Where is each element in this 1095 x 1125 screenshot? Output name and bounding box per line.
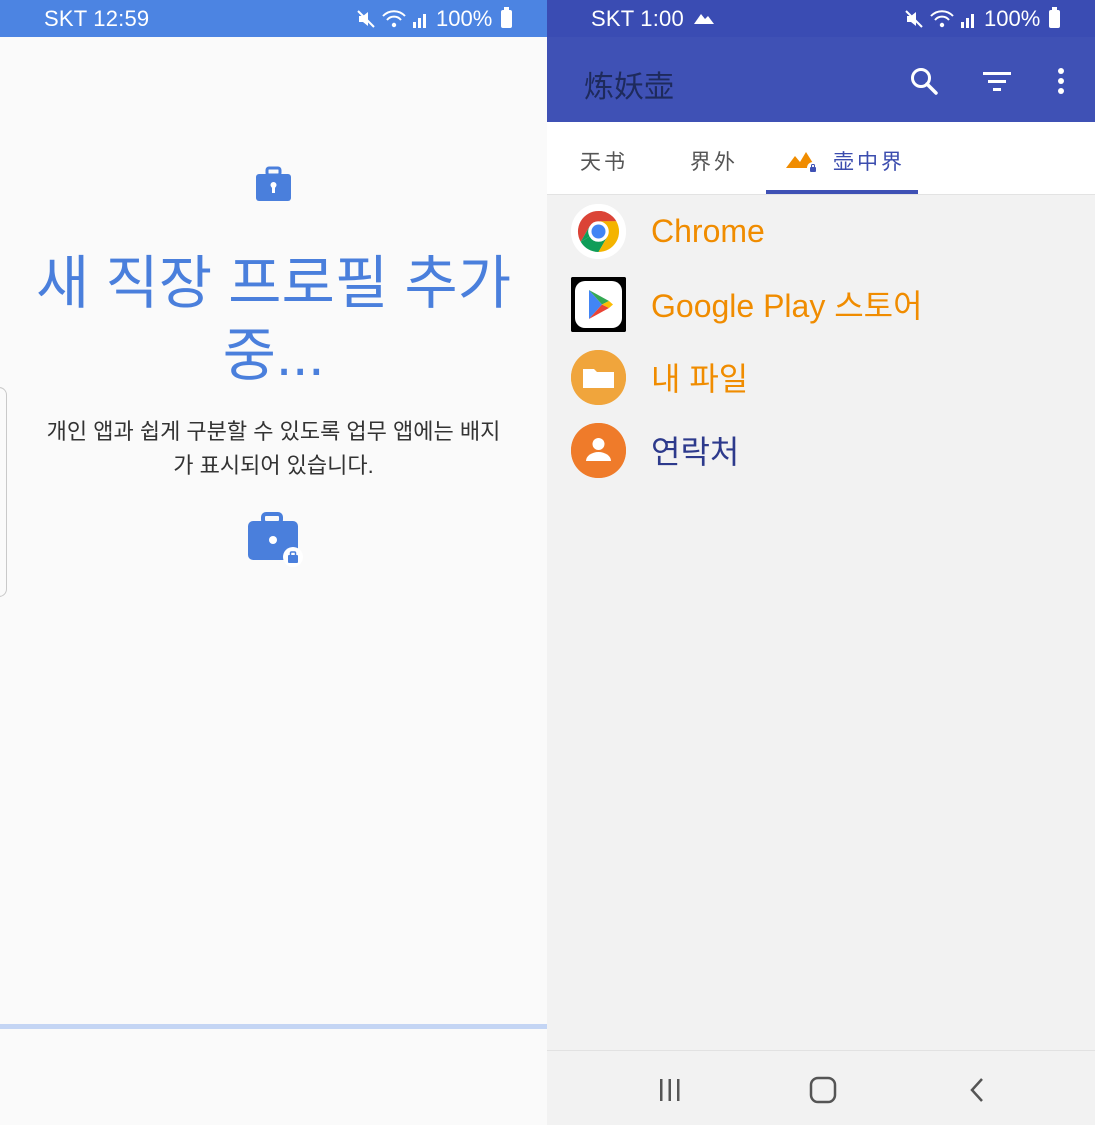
status-icons <box>356 9 430 29</box>
wifi-icon <box>930 10 954 28</box>
signal-icon <box>413 14 426 28</box>
status-bar: SKT 12:59 100% <box>0 0 547 37</box>
setup-progress-bar <box>0 1024 547 1029</box>
status-carrier-time: SKT 12:59 <box>44 6 150 31</box>
chrome-icon <box>571 203 626 259</box>
signal-icon <box>961 14 974 28</box>
status-icons <box>904 9 978 29</box>
app-label: 연락처 <box>651 434 740 470</box>
page-title: 새 직장 프로필 추가 중... <box>35 251 512 388</box>
filter-icon <box>983 72 1011 91</box>
tab-huzhongjie[interactable]: 壶中界 <box>785 146 905 176</box>
play-store-icon <box>571 276 626 332</box>
card-edge-left <box>0 387 7 597</box>
back-icon <box>970 1078 983 1102</box>
home-icon <box>809 1076 837 1104</box>
contacts-icon <box>571 422 626 478</box>
list-item-play-store[interactable]: Google Play 스토어 <box>571 274 923 334</box>
back-button[interactable] <box>957 1073 997 1107</box>
navigation-bar <box>547 1050 1095 1125</box>
battery-icon <box>1049 7 1061 28</box>
recents-icon <box>660 1079 680 1101</box>
work-profile-setup-screen: SKT 12:59 100% 새 직장 프로필 추가 중... 개인 앱과 쉽게… <box>0 0 547 1125</box>
description-text: 개인 앱과 쉽게 구분할 수 있도록 업무 앱에는 배지가 표시되어 있습니다. <box>46 419 501 478</box>
mute-icon <box>905 10 923 28</box>
progress-fill <box>0 1024 547 1029</box>
battery-level: 100% <box>984 6 1041 31</box>
wifi-icon <box>382 10 406 28</box>
work-briefcase-lock-icon <box>256 166 291 201</box>
list-item-chrome[interactable]: Chrome <box>571 201 765 261</box>
app-label: 내 파일 <box>651 361 749 397</box>
notification-icon <box>694 14 714 24</box>
tab-bar: 天书 界外 壶中界 <box>547 122 1095 195</box>
tab-tianshu[interactable]: 天书 <box>580 146 628 176</box>
mute-icon <box>357 10 375 28</box>
tab-indicator <box>766 190 918 194</box>
app-label: Chrome <box>651 212 765 249</box>
list-item-contacts[interactable]: 연락처 <box>571 420 739 480</box>
app-label: Google Play 스토어 <box>651 288 923 324</box>
list-item-my-files[interactable]: 내 파일 <box>571 347 748 407</box>
status-carrier-time: SKT 1:00 <box>591 6 684 31</box>
island-app-screen: SKT 1:00 100% 炼妖壶 天书 界外 壶中界 Chrome Googl… <box>547 0 1095 1125</box>
more-options-button[interactable] <box>1041 61 1081 101</box>
search-icon <box>911 68 938 95</box>
battery-level: 100% <box>436 6 493 31</box>
my-files-icon <box>571 349 626 405</box>
app-title: 炼妖壶 <box>584 71 674 104</box>
more-vert-icon <box>1058 68 1064 94</box>
recents-button[interactable] <box>650 1073 690 1107</box>
battery-icon <box>501 7 513 28</box>
tab-jiewai[interactable]: 界外 <box>690 146 738 176</box>
home-button[interactable] <box>803 1073 843 1107</box>
work-badge-icon <box>248 512 303 567</box>
app-bar: 炼妖壶 <box>547 37 1095 122</box>
island-badge-icon <box>786 152 819 174</box>
filter-button[interactable] <box>977 61 1017 101</box>
search-button[interactable] <box>904 61 944 101</box>
status-bar: SKT 1:00 100% <box>547 0 1095 37</box>
tab-label: 壶中界 <box>833 151 905 174</box>
